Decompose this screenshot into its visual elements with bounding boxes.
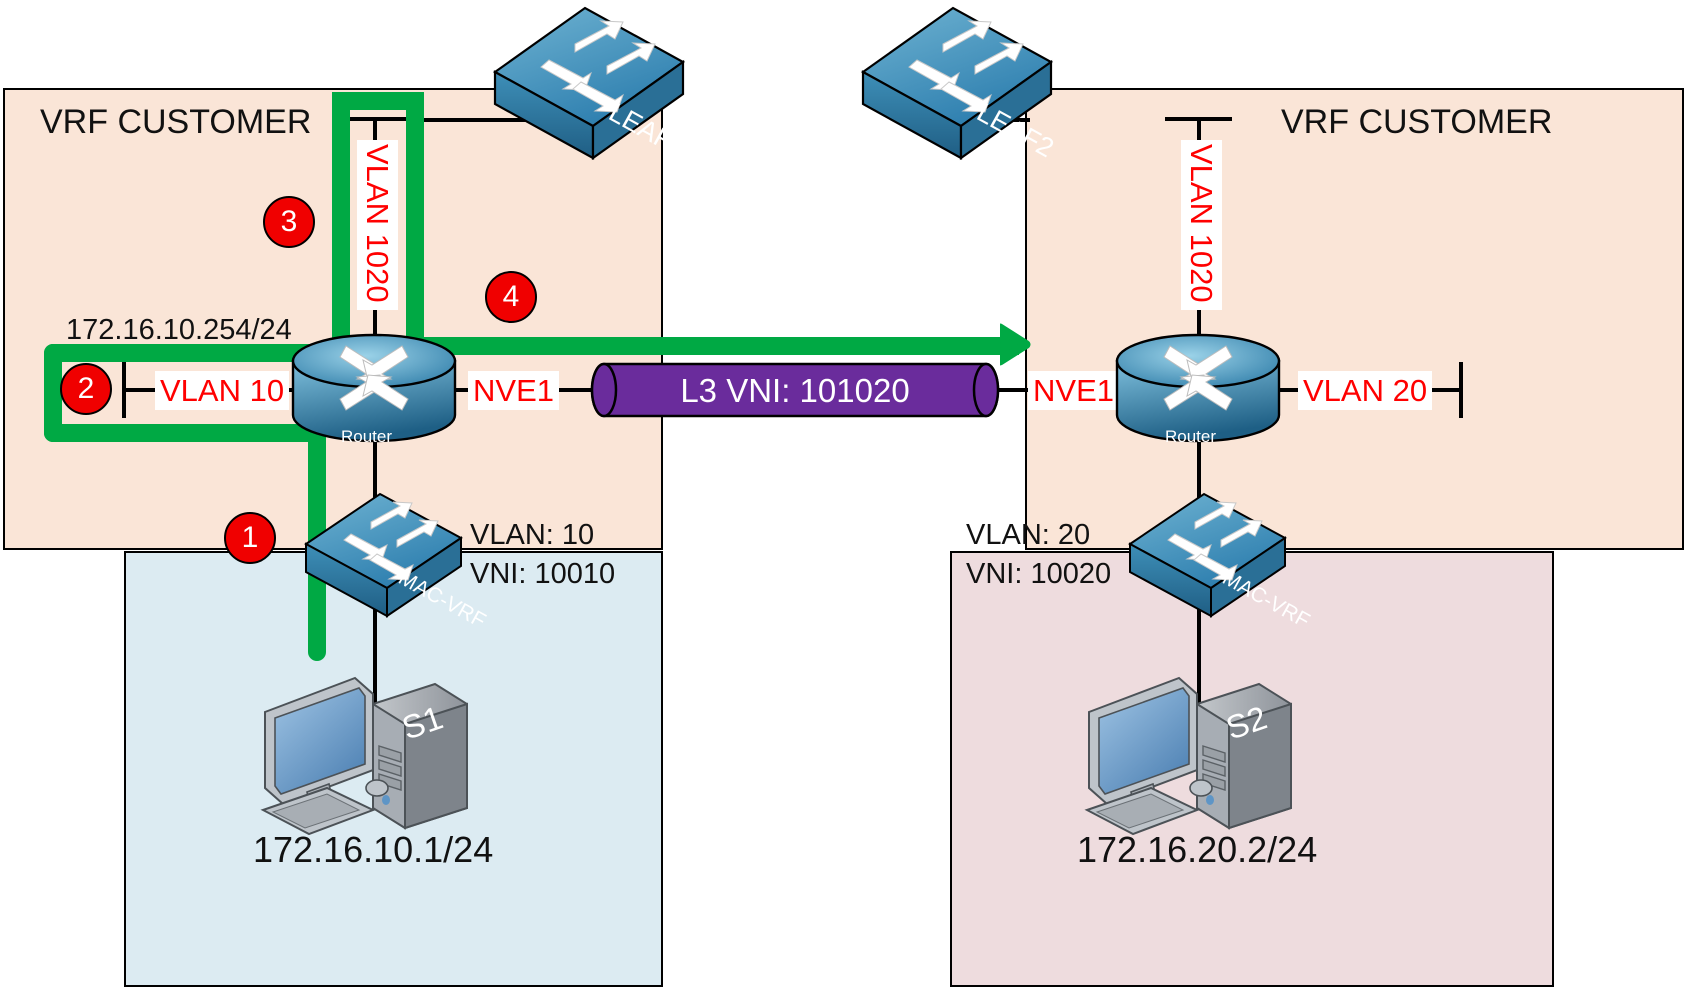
left-vrf-label: VRF CUSTOMER bbox=[40, 103, 312, 141]
flow-arrowhead bbox=[1000, 323, 1031, 366]
step-badge-3-label: 3 bbox=[280, 205, 298, 238]
step-badge-1: 1 bbox=[224, 512, 276, 564]
step-badge-4-label: 4 bbox=[502, 280, 520, 313]
step-badge-1-label: 1 bbox=[241, 521, 259, 554]
right-router-caption: Router bbox=[1165, 427, 1217, 446]
leaf1-switch-icon: LEAF1 bbox=[489, 0, 691, 163]
host-s2-icon: S2 bbox=[1079, 660, 1299, 836]
leaf2-switch-icon: LEAF2 bbox=[857, 0, 1059, 163]
right-vlan20-bus-bar bbox=[1459, 362, 1463, 418]
right-macvrf-switch-icon: MAC-VRF bbox=[1125, 488, 1313, 633]
left-access-vlan-info: VLAN: 10 bbox=[470, 519, 595, 551]
left-vlan1020-label: VLAN 1020 bbox=[357, 140, 398, 310]
step-badge-3: 3 bbox=[263, 196, 315, 248]
step-badge-4: 4 bbox=[485, 271, 537, 323]
left-router-caption: Router bbox=[341, 427, 393, 446]
right-vlan20-label: VLAN 20 bbox=[1298, 371, 1433, 410]
left-vlan10-label: VLAN 10 bbox=[155, 371, 290, 410]
step-badge-2-label: 2 bbox=[77, 372, 95, 405]
right-vlan1020-label: VLAN 1020 bbox=[1181, 140, 1222, 310]
l3-vni-tunnel-label: L3 VNI: 101020 bbox=[680, 372, 910, 409]
right-vrf-label: VRF CUSTOMER bbox=[1281, 103, 1553, 141]
left-access-vni-info: VNI: 10010 bbox=[470, 558, 616, 590]
host-s1-icon: S1 bbox=[255, 660, 475, 836]
right-vrf-customer-zone bbox=[1025, 88, 1684, 550]
flow-segment-vlan1020-right bbox=[406, 92, 424, 346]
l3-vni-tunnel: L3 VNI: 101020 bbox=[590, 362, 1000, 418]
flow-segment-bottom-rail bbox=[44, 424, 326, 442]
left-macvrf-switch-icon: MAC-VRF bbox=[301, 488, 489, 633]
flow-segment-vlan1020-left bbox=[332, 92, 350, 362]
network-diagram: VRF CUSTOMER VRF CUSTOMER L3 VNI: 101020… bbox=[0, 0, 1688, 991]
left-svi-ip-label: 172.16.10.254/24 bbox=[66, 314, 292, 346]
left-host-ip-label: 172.16.10.1/24 bbox=[253, 829, 494, 870]
step-badge-2: 2 bbox=[60, 363, 112, 415]
left-router-icon: Router bbox=[289, 333, 459, 448]
right-access-vlan-info: VLAN: 20 bbox=[966, 519, 1091, 551]
flow-segment-fabric-run bbox=[406, 337, 1019, 355]
left-nve1-label: NVE1 bbox=[468, 371, 559, 410]
right-router-icon: Router bbox=[1113, 333, 1283, 448]
right-nve1-label: NVE1 bbox=[1028, 371, 1119, 410]
right-access-vni-info: VNI: 10020 bbox=[966, 558, 1112, 590]
right-host-ip-label: 172.16.20.2/24 bbox=[1077, 829, 1318, 870]
